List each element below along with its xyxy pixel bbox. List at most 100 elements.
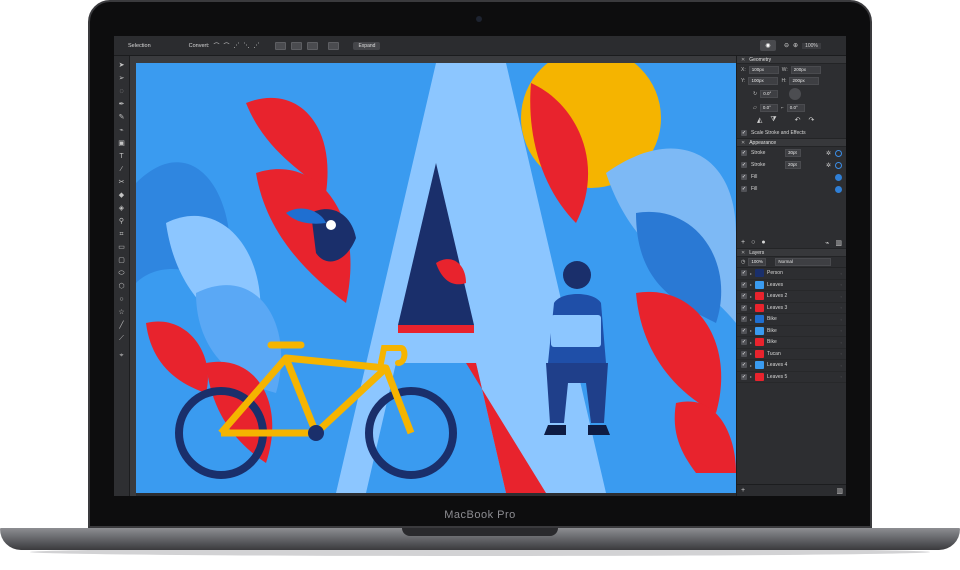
lock-icon[interactable]: ▫: [841, 294, 842, 299]
h-field[interactable]: 200px: [789, 76, 820, 85]
appearance-checkbox[interactable]: ✓: [741, 150, 747, 156]
layer-visibility-checkbox[interactable]: ✓: [741, 350, 747, 357]
opacity-field[interactable]: 100%: [748, 258, 767, 266]
geometry-header[interactable]: ✕ Geometry: [737, 56, 846, 64]
mode-label[interactable]: Selection: [128, 43, 151, 49]
convert-break-icon[interactable]: ⋰: [253, 42, 259, 49]
knife-icon[interactable]: ⟋: [117, 334, 126, 343]
text-icon[interactable]: T: [117, 152, 126, 161]
brush-icon[interactable]: ⌁: [825, 239, 829, 247]
polygon-icon[interactable]: ⬡: [117, 282, 126, 291]
expand-arrow-icon[interactable]: ▸: [750, 374, 752, 379]
pen-icon[interactable]: ✒: [117, 100, 126, 109]
gear-icon[interactable]: ✲: [826, 162, 831, 169]
fill-swatch[interactable]: [835, 185, 842, 193]
flip-horizontal-icon[interactable]: ◭: [757, 116, 762, 124]
trash-icon[interactable]: ▥: [836, 487, 843, 495]
zoom-in-icon[interactable]: ⊕: [793, 42, 798, 49]
layer-row[interactable]: ✓ ▸ Tucan ▫: [737, 349, 846, 360]
w-field[interactable]: 200px: [790, 65, 821, 74]
close-icon[interactable]: ✕: [741, 250, 745, 256]
pencil-icon[interactable]: ✎: [117, 113, 126, 122]
fill-icon[interactable]: ◈: [117, 204, 126, 213]
layer-visibility-checkbox[interactable]: ✓: [741, 373, 747, 380]
convert-sharp-icon[interactable]: ⌒: [213, 41, 219, 50]
layer-row[interactable]: ✓ ▸ Bike ▫: [737, 314, 846, 326]
expand-arrow-icon[interactable]: ▸: [750, 317, 752, 322]
lock-icon[interactable]: ▫: [841, 271, 842, 276]
artboard-icon[interactable]: ⌖: [117, 351, 126, 360]
layer-visibility-checkbox[interactable]: ✓: [741, 293, 747, 300]
flip-vertical-icon[interactable]: ⧩: [770, 116, 776, 124]
shear-field[interactable]: 0.0°: [759, 103, 778, 112]
expand-arrow-icon[interactable]: ▸: [750, 340, 752, 345]
layer-row[interactable]: ✓ ▸ Leaves 3 ▫: [737, 303, 846, 314]
layer-row[interactable]: ✓ ▸ Leaves 2 ▫: [737, 291, 846, 303]
star-icon[interactable]: ☆: [117, 308, 126, 317]
expand-arrow-icon[interactable]: ▸: [750, 305, 752, 310]
circle-icon[interactable]: ○: [751, 239, 755, 246]
align-left-button[interactable]: [275, 41, 287, 50]
scissors-icon[interactable]: ✂: [117, 178, 126, 187]
layer-visibility-checkbox[interactable]: ✓: [741, 281, 747, 288]
convert-node-icon[interactable]: ⋰: [233, 42, 239, 49]
filled-circle-icon[interactable]: ●: [761, 239, 765, 246]
expand-button[interactable]: Expand: [353, 41, 381, 50]
appearance-header[interactable]: ✕ Appearance: [737, 139, 846, 147]
lasso-icon[interactable]: ◌: [117, 87, 126, 96]
trash-icon[interactable]: ▥: [835, 239, 842, 247]
boolean-button[interactable]: [328, 41, 340, 50]
rotate-left-icon[interactable]: ↶: [795, 116, 801, 124]
align-center-button[interactable]: [291, 41, 303, 50]
zoom-out-icon[interactable]: ⊖: [784, 42, 789, 49]
eye-icon[interactable]: ◉: [760, 40, 776, 51]
corner-field[interactable]: 0.0°: [786, 103, 805, 112]
appearance-checkbox[interactable]: ✓: [741, 162, 747, 168]
layers-header[interactable]: ✕ Layers: [737, 249, 846, 257]
zoom-value[interactable]: 100%: [802, 42, 821, 49]
image-icon[interactable]: ▣: [117, 139, 126, 148]
rounded-rectangle-icon[interactable]: ▢: [117, 256, 126, 265]
layer-row[interactable]: ✓ ▸ Bike ▫: [737, 337, 846, 349]
add-layer-icon[interactable]: +: [741, 487, 745, 494]
layer-row[interactable]: ✓ ▸ Person ▫: [737, 268, 846, 280]
y-field[interactable]: 100px: [748, 76, 779, 85]
lock-icon[interactable]: ▫: [841, 340, 842, 345]
picker-icon[interactable]: ⚲: [117, 217, 126, 226]
crop-icon[interactable]: ⌗: [117, 230, 126, 239]
blend-select[interactable]: Normal: [775, 258, 832, 266]
eraser-icon[interactable]: ◆: [117, 191, 126, 200]
brush-icon[interactable]: ⌁: [117, 126, 126, 135]
align-right-button[interactable]: [307, 41, 319, 50]
layer-row[interactable]: ✓ ▸ Bike ▫: [737, 326, 846, 337]
convert-join-icon[interactable]: ⋱: [243, 42, 249, 49]
layer-visibility-checkbox[interactable]: ✓: [741, 316, 747, 323]
layer-visibility-checkbox[interactable]: ✓: [741, 304, 747, 311]
expand-arrow-icon[interactable]: ▸: [750, 363, 752, 368]
eyedropper-icon[interactable]: ∕: [117, 165, 126, 174]
rectangle-icon[interactable]: ▭: [117, 243, 126, 252]
rotate-right-icon[interactable]: ↷: [809, 116, 815, 124]
lock-icon[interactable]: ▫: [841, 282, 842, 287]
expand-arrow-icon[interactable]: ▸: [750, 351, 752, 356]
stroke-swatch[interactable]: [835, 149, 842, 157]
rotation-dial[interactable]: [789, 88, 802, 100]
layer-row[interactable]: ✓ ▸ Leaves 4 ▫: [737, 360, 846, 372]
stroke-width-field[interactable]: 20pt: [785, 161, 801, 169]
line-icon[interactable]: ╱: [117, 321, 126, 330]
convert-smooth-icon[interactable]: ⌒: [223, 41, 229, 50]
expand-arrow-icon[interactable]: ▸: [750, 328, 752, 333]
layer-row[interactable]: ✓ ▸ Leaves ▫: [737, 280, 846, 291]
lock-icon[interactable]: ▫: [841, 374, 842, 379]
lock-icon[interactable]: ▫: [841, 363, 842, 368]
scale-stroke-checkbox[interactable]: ✓: [741, 129, 747, 136]
close-icon[interactable]: ✕: [741, 57, 745, 63]
circle-icon[interactable]: ○: [117, 295, 126, 304]
add-icon[interactable]: +: [741, 239, 745, 246]
layer-row[interactable]: ✓ ▸ Leaves 5 ▫: [737, 372, 846, 383]
expand-arrow-icon[interactable]: ▸: [750, 294, 752, 299]
layer-visibility-checkbox[interactable]: ✓: [741, 339, 747, 346]
gear-icon[interactable]: ✲: [826, 150, 831, 157]
lock-icon[interactable]: ▫: [841, 328, 842, 333]
lock-icon[interactable]: ▫: [841, 351, 842, 356]
